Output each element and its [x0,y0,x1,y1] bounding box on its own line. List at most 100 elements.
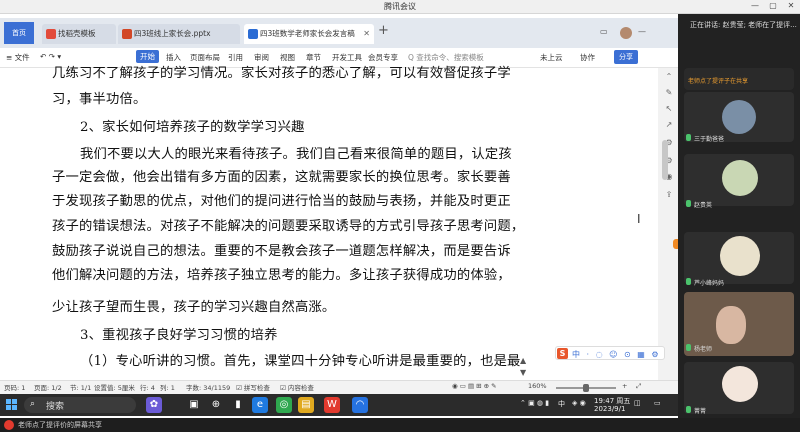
tab-pptx-label: 四3班线上家长会.pptx [134,29,211,38]
close-tab-icon[interactable]: ✕ [363,24,370,44]
sogou-ime-icon: S [557,348,568,359]
taskbar-search[interactable] [24,397,136,413]
status-pages: 页面: 1/2 [34,384,62,392]
spell-check[interactable]: ☑ 拼写检查 [236,382,270,392]
close-button[interactable]: ✕ [784,1,798,10]
tab-docx[interactable]: 四3班数学老师家长会发言稿 ✕ [244,24,374,44]
speaking-indicator: 正在讲话: 赵贵莹; 老师在了提评... [690,21,797,29]
menu-file[interactable]: ≡ 文件 [6,52,30,63]
participant-avatar [722,100,756,134]
status-row: 行: 4 [140,384,155,392]
mic-icon [686,200,691,207]
scroll-down-icon[interactable]: ▼ [520,368,526,377]
network-icon[interactable]: ◈ ◉ [572,399,586,407]
participant-name: 杨老师 [694,346,713,353]
edit-icon[interactable]: ✎ [664,88,674,98]
ime-toolbar[interactable]: S 中 · ◌ ☺ ⊙ ▦ ⚙ [555,346,665,360]
word-count[interactable]: 字数: 34/1159 [186,382,230,392]
zoom-in-icon[interactable]: + [622,382,627,390]
participant-avatar [722,366,758,402]
doc-line: 于发现孩子勤思的优点，对他们的提问进行恰当的鼓励与表扬，并能及时更正 [52,194,511,209]
search-icon: ⌕ [30,399,36,409]
cursor-icon[interactable]: ↖ [664,104,674,114]
status-section: 节: 1/1 [70,384,92,392]
view-mode-icons[interactable]: ◉ ▭ ▤ ⊞ ⊕ ✎ [452,382,497,390]
participant-name: 菁菁 [694,408,707,415]
mic-icon [686,134,691,141]
status-col: 列: 1 [160,384,175,392]
pointer-icon[interactable]: ↗ [664,120,674,130]
doc-line: 习，事半功倍。 [52,92,147,107]
meeting-title: 腾讯会议 [384,2,416,11]
edge-browser-icon[interactable]: e [252,397,268,413]
share-card-label: 老师点了提评子在共享 [688,78,749,85]
doc-line: 子一定会做，他会出错有多方面的因素，这就需要家长的换位思考。家长要善 [52,170,511,185]
word-file-icon [248,29,258,39]
zoom-search-icon[interactable]: ⊕ [208,397,224,413]
tab-template-label: 找稻壳模板 [58,29,96,38]
zoom-slider-handle[interactable] [583,384,589,392]
scrollbar-thumb[interactable] [662,140,668,180]
layout-icon[interactable]: ▭ [600,27,608,36]
participant-avatar [722,160,758,196]
minimize-button[interactable]: — [748,1,762,10]
screen: { "meeting": { "title": "腾讯会议", "minimiz… [0,0,800,432]
status-page: 页码: 1 [4,384,26,392]
widget-icon[interactable]: ✿ [146,397,162,413]
user-avatar[interactable] [620,27,632,39]
tab-template[interactable]: 找稻壳模板 [42,24,116,44]
camera-icon[interactable]: ▮ [230,397,246,413]
tab-home[interactable]: 首页 [4,22,34,44]
share-status-text: 老师点了提评价的屏幕共享 [18,421,102,429]
ime-options[interactable]: 中 · ◌ ☺ ⊙ ▦ ⚙ [572,349,661,360]
doc-line: 少让孩子望而生畏，孩子的学习兴趣自然高涨。 [52,300,336,315]
fullscreen-icon[interactable]: ⤢ [636,382,641,391]
zoom-level[interactable]: 160% [528,382,547,390]
pptx-file-icon [122,29,132,39]
side-toolbar [658,68,678,380]
collapse-icon[interactable]: ⌃ [664,72,674,82]
doc-line: 我们不要以大人的眼光来看待孩子。我们自己看来很简单的题目，认定孩 [80,147,512,162]
mic-icon [686,278,691,285]
tab-pptx[interactable]: 四3班线上家长会.pptx [118,24,240,44]
chrome-browser-icon[interactable]: ◎ [276,397,292,413]
screen-share-icon [4,420,14,430]
content-check[interactable]: ☑ 内容检查 [280,382,314,392]
file-explorer-icon[interactable]: ▤ [298,397,314,413]
participant-name: 赵贵英 [694,202,713,209]
window-minimize-icon[interactable]: — [638,27,646,36]
doc-line: 孩子的错误想法。对孩子不能解决的问题要采取诱导的方式引导孩子思考问题， [52,219,525,234]
text-cursor-icon: I [637,212,641,226]
doc-line: 鼓励孩子说说自己的想法。重要的不是教会孩子一道题怎样解决，而是要告诉 [52,244,511,259]
wps-app-icon[interactable]: W [324,397,340,413]
share-button[interactable]: 分享 [614,50,638,64]
tab-docx-label: 四3班数学老师家长会发言稿 [260,29,355,38]
maximize-button[interactable]: ▢ [766,1,780,10]
doc-line: 他们解决问题的方法，培养孩子独立思考的能力。多让孩子获得成功的体验， [52,268,511,283]
doc-line: （1）专心听讲的习惯。首先，课堂四十分钟专心听讲是最重要的，也是最 [80,354,521,369]
collab-button[interactable]: 协作 [580,52,595,63]
new-tab-button[interactable]: + [378,23,389,38]
show-desktop-icon[interactable]: ▭ [654,399,661,407]
participant-name: 三于勤爸爸 [694,136,725,143]
participant-avatar [720,236,760,276]
export-icon[interactable]: ⇪ [664,190,674,200]
tencent-meeting-icon[interactable]: ◠ [352,397,368,413]
wps-template-icon [46,29,56,39]
tray-icons[interactable]: ⌃ ▣ ◍ ▮ [520,399,549,407]
task-view-icon[interactable]: ▣ [186,397,202,413]
participant-name: 芦小峰妈妈 [694,280,725,287]
windows-start-icon[interactable] [6,399,18,411]
doc-line: 几练习不了解孩子的学习情况。家长对孩子的悉心了解，可以有效督促孩子学 [52,66,511,81]
doc-heading: 3、重视孩子良好学习习惯的培养 [80,328,278,343]
input-language[interactable]: 中 [558,399,565,409]
taskbar-date[interactable]: 2023/9/1 [594,405,625,413]
undo-icon[interactable]: ↶ ↷ ▾ [40,52,61,61]
status-setting: 设置值: 5厘米 [94,384,135,392]
doc-heading: 2、家长如何培养孩子的数学学习兴趣 [80,120,305,135]
scroll-up-icon[interactable]: ▲ [520,356,526,365]
taskbar-search-label: 搜索 [46,402,65,412]
notification-icon[interactable]: ◫ [634,399,641,407]
mic-icon [686,344,691,351]
cloud-status[interactable]: 未上云 [540,52,563,63]
